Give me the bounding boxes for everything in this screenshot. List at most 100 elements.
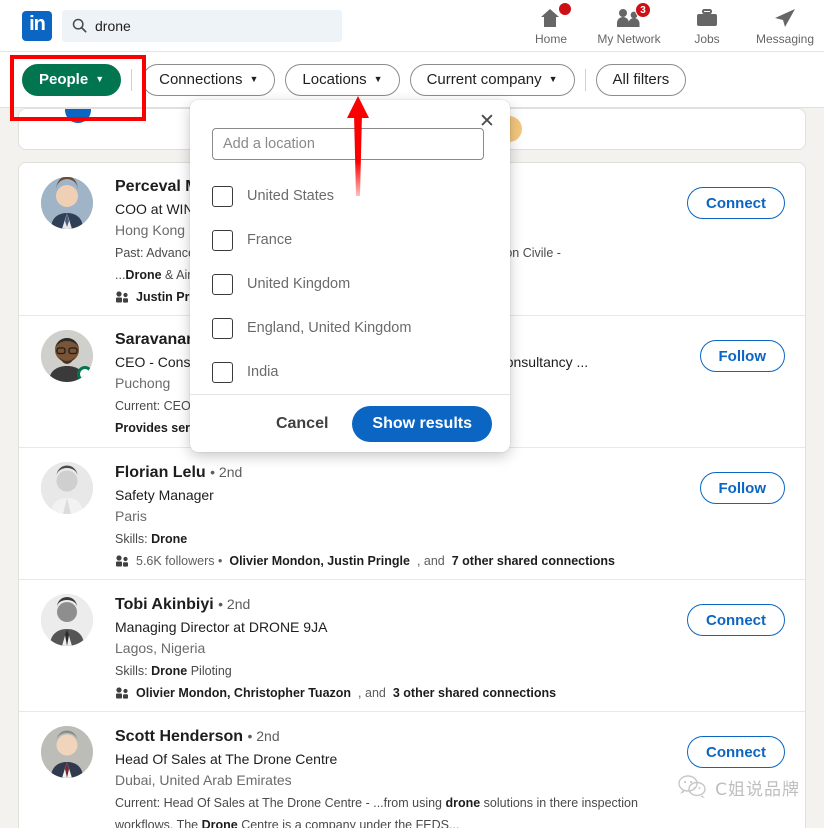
list-item[interactable]: Florian Lelu • 2nd Safety Manager Paris … — [19, 448, 805, 580]
close-icon[interactable]: ✕ — [476, 110, 498, 132]
location-option-united-kingdom[interactable]: United Kingdom — [212, 262, 488, 306]
avatar[interactable] — [41, 330, 93, 382]
checkbox-icon[interactable] — [212, 361, 233, 383]
close-icon-glyph: ✕ — [479, 110, 495, 132]
result-degree: • 2nd — [218, 596, 251, 612]
filter-current-company[interactable]: Current company ▼ — [409, 63, 575, 96]
filter-connections[interactable]: Connections ▼ — [142, 63, 276, 96]
jobs-icon — [694, 5, 720, 30]
nav-items: Home 3 My Network Jobs Messaging — [512, 0, 824, 52]
location-option-label: England, United Kingdom — [247, 320, 412, 336]
shared-connections-more: 3 other shared connections — [392, 686, 557, 700]
result-degree: • 2nd — [210, 464, 243, 480]
filter-locations-label: Locations — [302, 71, 367, 88]
snippet-prefix: Current: Head Of Sales at The Drone Cent… — [115, 796, 446, 810]
search-box[interactable] — [62, 9, 342, 42]
search-icon — [72, 18, 87, 33]
shared-connections-names: Olivier Mondon, Christopher Tuazon — [136, 686, 352, 700]
chevron-down-icon: ▼ — [95, 74, 105, 84]
location-option-england-united-kingdom[interactable]: England, United Kingdom — [212, 306, 488, 350]
filter-all-filters-label: All filters — [612, 71, 670, 88]
messaging-icon — [771, 5, 799, 30]
nav-item-jobs[interactable]: Jobs — [668, 0, 746, 46]
location-option-label: United Kingdom — [247, 276, 351, 292]
chevron-down-icon: ▼ — [249, 74, 259, 84]
shared-connections-names: Olivier Mondon, Justin Pringle — [229, 554, 410, 568]
shared-connections-icon — [116, 555, 128, 567]
show-results-button[interactable]: Show results — [352, 405, 492, 442]
avatar[interactable] — [41, 726, 93, 778]
result-snippet: Skills: Drone Piloting — [115, 663, 789, 680]
shared-connections-mid: , and — [416, 554, 445, 568]
filter-people[interactable]: People ▼ — [22, 63, 122, 96]
connect-button[interactable]: Connect — [687, 736, 785, 768]
location-option-label: France — [247, 232, 293, 248]
location-option-india[interactable]: India — [212, 350, 488, 394]
checkbox-icon[interactable] — [212, 273, 233, 295]
list-item[interactable]: Scott Henderson • 2nd Head Of Sales at T… — [19, 712, 805, 828]
list-item[interactable]: Tobi Akinbiyi • 2nd Managing Director at… — [19, 580, 805, 712]
nav-item-messaging[interactable]: Messaging — [746, 0, 824, 46]
filter-current-company-label: Current company — [426, 71, 542, 88]
avatar[interactable] — [41, 462, 93, 514]
filter-connections-label: Connections — [159, 71, 243, 88]
result-snippet-2: workflows. The Drone Centre is a company… — [115, 817, 789, 828]
chevron-down-icon: ▼ — [373, 74, 383, 84]
list-item-info: Tobi Akinbiyi • 2nd Managing Director at… — [115, 594, 789, 701]
result-snippet-line1: Past: Advanced — [115, 246, 202, 260]
linkedin-logo-text: in — [29, 13, 46, 35]
result-snippet: Skills: Drone — [115, 531, 789, 548]
location-option-label: United States — [247, 188, 335, 204]
result-snippet: Current: Head Of Sales at The Drone Cent… — [115, 795, 789, 812]
home-icon — [538, 2, 572, 30]
result-location: Dubai, United Arab Emirates — [115, 772, 292, 788]
checkbox-icon[interactable] — [212, 317, 233, 339]
snippet-prefix: ... — [115, 268, 126, 282]
nav-item-home[interactable]: Home — [512, 0, 590, 46]
filter-divider — [584, 68, 586, 91]
snippet-keyword: drone — [445, 796, 481, 810]
location-option-united-states[interactable]: United States — [212, 174, 488, 218]
global-navigation-bar: in Home — [0, 0, 824, 52]
my-network-icon: 3 — [615, 2, 651, 30]
snippet-prefix: Skills: — [115, 664, 152, 678]
location-option-france[interactable]: France — [212, 218, 488, 262]
open-to-work-badge — [77, 366, 93, 382]
shared-connections: 5.6K followers • Olivier Mondon, Justin … — [115, 553, 789, 569]
checkbox-icon[interactable] — [212, 229, 233, 251]
list-item-info: Scott Henderson • 2nd Head Of Sales at T… — [115, 726, 789, 828]
nav-label-home: Home — [534, 32, 567, 46]
chevron-down-icon: ▼ — [548, 74, 558, 84]
add-location-input[interactable] — [212, 128, 484, 160]
locations-modal-body: United States France United Kingdom Engl… — [190, 100, 510, 394]
linkedin-logo-icon[interactable]: in — [22, 10, 52, 41]
snippet-keyword: Drone — [125, 268, 162, 282]
follow-button[interactable]: Follow — [699, 472, 785, 504]
nav-item-my-network[interactable]: 3 My Network — [590, 0, 668, 46]
filter-all-filters[interactable]: All filters — [595, 63, 687, 96]
locations-filter-dropdown: ✕ United States France United Kingdom — [190, 100, 510, 452]
cancel-button[interactable]: Cancel — [264, 407, 340, 441]
result-name[interactable]: Scott Henderson — [115, 728, 243, 745]
shared-connections: Olivier Mondon, Christopher Tuazon, and … — [115, 685, 789, 701]
result-name[interactable]: Tobi Akinbiyi — [115, 596, 214, 613]
avatar[interactable] — [41, 177, 93, 229]
follow-button[interactable]: Follow — [699, 340, 785, 372]
result-title: Safety Manager — [115, 487, 214, 503]
result-name[interactable]: Florian Lelu — [115, 464, 206, 481]
checkbox-icon[interactable] — [212, 185, 233, 207]
result-location: Lagos, Nigeria — [115, 640, 206, 656]
search-input[interactable] — [95, 17, 315, 34]
filter-locations[interactable]: Locations ▼ — [285, 63, 400, 96]
result-location: Paris — [115, 508, 147, 524]
filter-people-label: People — [39, 71, 89, 88]
followers-count: 5.6K followers • — [136, 554, 223, 568]
connect-button[interactable]: Connect — [687, 604, 785, 636]
linkedin-search-page: in Home — [0, 0, 824, 828]
avatar[interactable] — [41, 594, 93, 646]
result-degree: • 2nd — [247, 728, 280, 744]
nav-label-messaging: Messaging — [755, 32, 815, 46]
locations-option-list: United States France United Kingdom Engl… — [212, 174, 488, 394]
shared-connections-more: 7 other shared connections — [451, 554, 615, 568]
connect-button[interactable]: Connect — [687, 187, 785, 219]
